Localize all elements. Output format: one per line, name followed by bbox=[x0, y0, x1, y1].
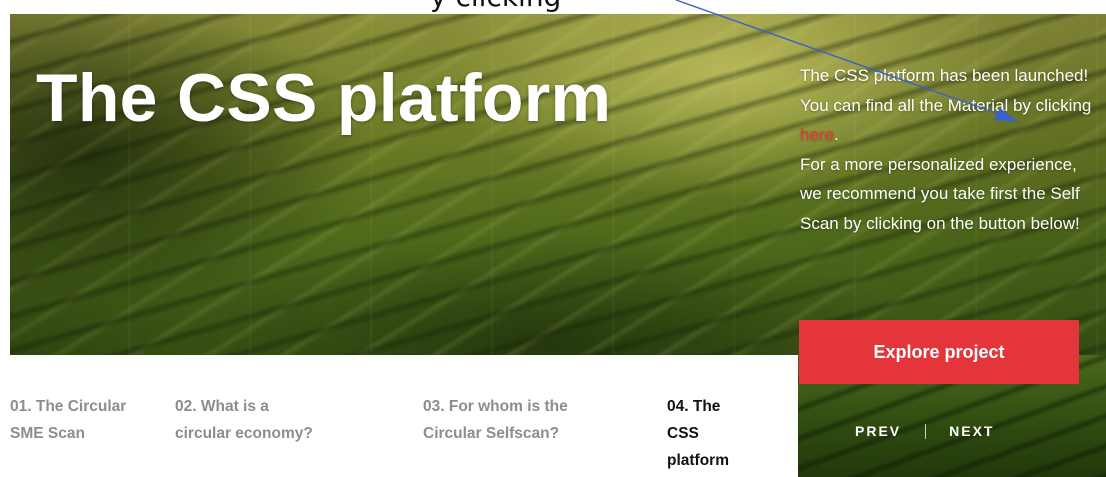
page-title: The CSS platform bbox=[36, 60, 612, 136]
pager-divider bbox=[925, 423, 927, 439]
step-tab-2[interactable]: 02. What is a circular economy? bbox=[175, 393, 315, 447]
explore-project-button[interactable]: Explore project bbox=[799, 320, 1079, 384]
step-tab-1[interactable]: 01. The Circular SME Scan bbox=[10, 393, 140, 447]
side-description-text-2: For a more personalized experience, we r… bbox=[800, 154, 1080, 233]
step-tab-3[interactable]: 03. For whom is the Circular Selfscan? bbox=[423, 393, 603, 447]
material-link[interactable]: here bbox=[800, 125, 834, 144]
next-button[interactable]: NEXT bbox=[949, 423, 994, 439]
annotation-caption: y clicking bbox=[430, 0, 561, 14]
page: y clicking The CSS platform The CSS plat… bbox=[0, 0, 1106, 477]
side-description-text: The CSS platform has been launched! You … bbox=[800, 66, 1092, 115]
side-description: The CSS platform has been launched! You … bbox=[800, 61, 1100, 238]
step-tab-4[interactable]: 04. The CSS platform bbox=[667, 393, 747, 474]
prev-button[interactable]: PREV bbox=[855, 423, 901, 439]
pager: PREV NEXT bbox=[855, 420, 994, 442]
side-description-period: . bbox=[834, 125, 839, 144]
